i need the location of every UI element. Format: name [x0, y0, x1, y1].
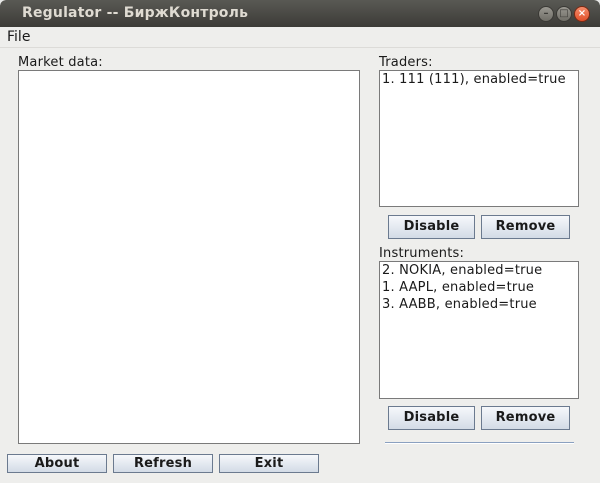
about-button[interactable]: About	[7, 454, 107, 473]
close-icon[interactable]: ×	[574, 6, 590, 22]
traders-list[interactable]: 1. 111 (111), enabled=true	[379, 70, 579, 207]
title-bar: Regulator -- БиржКонтроль – □ ×	[0, 0, 600, 27]
exit-button[interactable]: Exit	[219, 454, 319, 473]
instruments-list[interactable]: 2. NOKIA, enabled=true 1. AAPL, enabled=…	[379, 261, 579, 399]
window-title: Regulator -- БиржКонтроль	[22, 5, 249, 21]
list-item[interactable]: 1. AAPL, enabled=true	[380, 279, 578, 296]
traders-label: Traders:	[379, 55, 433, 70]
instruments-label: Instruments:	[379, 246, 465, 261]
minimize-icon[interactable]: –	[538, 6, 554, 22]
market-data-label: Market data:	[18, 55, 103, 70]
traders-remove-button[interactable]: Remove	[481, 215, 570, 239]
separator	[385, 442, 574, 444]
list-item[interactable]: 1. 111 (111), enabled=true	[380, 71, 578, 88]
app-window: Regulator -- БиржКонтроль – □ × File Mar…	[0, 0, 600, 483]
instruments-disable-button[interactable]: Disable	[388, 406, 475, 430]
traders-disable-button[interactable]: Disable	[388, 215, 475, 239]
refresh-button[interactable]: Refresh	[113, 454, 213, 473]
menu-bar: File	[0, 27, 600, 48]
list-item[interactable]: 2. NOKIA, enabled=true	[380, 262, 578, 279]
maximize-icon[interactable]: □	[556, 6, 572, 22]
list-item[interactable]: 3. AABB, enabled=true	[380, 296, 578, 313]
menu-file[interactable]: File	[7, 29, 30, 45]
instruments-remove-button[interactable]: Remove	[481, 406, 570, 430]
market-data-area[interactable]	[18, 70, 360, 444]
